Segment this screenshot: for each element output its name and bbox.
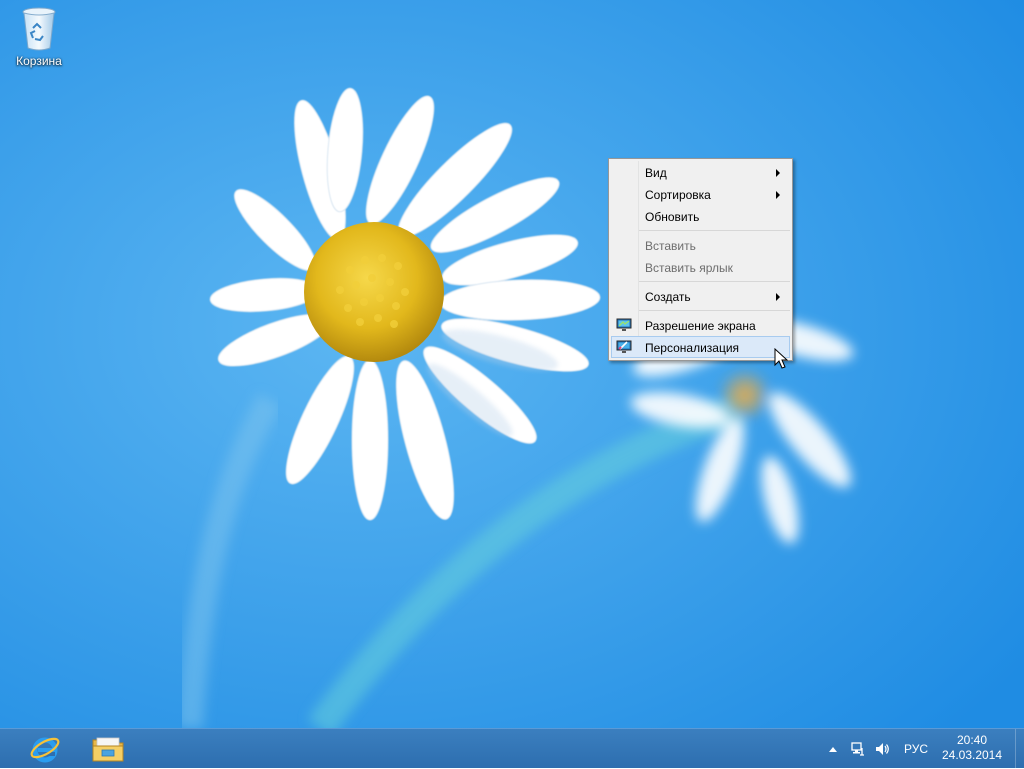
menu-item-screen-resolution[interactable]: Разрешение экрана [611, 314, 790, 336]
menu-item-personalization[interactable]: Персонализация [611, 336, 790, 358]
mouse-cursor-icon [774, 348, 788, 369]
menu-item-view[interactable]: Вид [611, 161, 790, 183]
menu-item-label: Вставить [645, 239, 696, 253]
clock-date: 24.03.2014 [941, 748, 1003, 762]
menu-item-label: Обновить [645, 210, 700, 224]
language-indicator[interactable]: РУС [900, 729, 932, 769]
taskbar-button-file-explorer[interactable] [81, 730, 135, 768]
taskbar: РУС 20:40 24.03.2014 [0, 728, 1024, 769]
personalization-icon [616, 340, 632, 353]
desktop-icon-recycle-bin[interactable]: Корзина [8, 6, 70, 76]
taskbar-clock[interactable]: 20:40 24.03.2014 [938, 733, 1006, 763]
menu-item-paste-shortcut: Вставить ярлык [611, 256, 790, 278]
clock-time: 20:40 [956, 733, 988, 747]
screen-resolution-icon [616, 318, 632, 331]
internet-explorer-icon [30, 737, 60, 763]
network-icon [851, 742, 864, 756]
volume-button[interactable] [872, 729, 892, 769]
submenu-arrow-icon [776, 191, 780, 199]
desktop[interactable]: Корзина Вид Сортировка Обновить Вставить… [0, 0, 1024, 728]
menu-separator [639, 310, 790, 311]
file-explorer-icon [92, 737, 124, 762]
menu-item-new[interactable]: Создать [611, 285, 790, 307]
menu-item-label: Вставить ярлык [645, 261, 733, 275]
show-desktop-button[interactable] [1015, 729, 1024, 769]
submenu-arrow-icon [776, 293, 780, 301]
show-hidden-icons-button[interactable] [826, 729, 840, 769]
menu-item-label: Персонализация [645, 341, 740, 355]
language-label: РУС [903, 742, 929, 756]
recycle-bin-icon [22, 7, 56, 51]
menu-item-label: Создать [645, 290, 691, 304]
menu-item-label: Вид [645, 166, 667, 180]
desktop-icon-label: Корзина [16, 54, 62, 68]
menu-separator [639, 230, 790, 231]
menu-separator [639, 281, 790, 282]
menu-item-sort[interactable]: Сортировка [611, 183, 790, 205]
taskbar-button-internet-explorer[interactable] [18, 730, 72, 768]
menu-item-label: Сортировка [645, 188, 711, 202]
menu-item-refresh[interactable]: Обновить [611, 205, 790, 227]
volume-icon [876, 743, 889, 755]
wallpaper-daisy-image [0, 0, 1024, 728]
menu-item-paste: Вставить [611, 234, 790, 256]
desktop-context-menu: Вид Сортировка Обновить Вставить Вставит… [608, 158, 793, 361]
submenu-arrow-icon [776, 169, 780, 177]
show-hidden-icons-icon [829, 746, 837, 752]
network-button[interactable] [848, 729, 868, 769]
menu-item-label: Разрешение экрана [645, 319, 756, 333]
